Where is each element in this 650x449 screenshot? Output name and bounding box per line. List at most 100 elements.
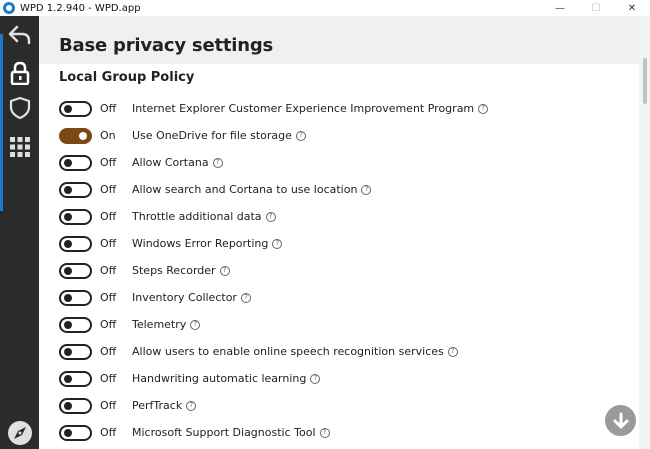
toggle-knob xyxy=(64,320,72,329)
window-title: WPD 1.2.940 - WPD.app xyxy=(20,2,141,14)
help-icon[interactable]: ? xyxy=(212,157,223,168)
setting-state: Off xyxy=(100,399,117,412)
setting-toggle[interactable] xyxy=(59,154,92,171)
toggle-knob xyxy=(64,158,72,167)
setting-label: Throttle additional data xyxy=(132,210,262,223)
setting-state: Off xyxy=(100,156,117,169)
app-logo-icon xyxy=(3,2,15,14)
setting-label: Allow users to enable online speech reco… xyxy=(132,345,444,358)
sidebar-item-about[interactable] xyxy=(0,416,39,449)
section-title: Local Group Policy xyxy=(59,70,195,85)
page-header: Base privacy settings xyxy=(39,16,639,64)
scroll-down-button[interactable] xyxy=(605,405,636,436)
setting-label: Allow Cortana xyxy=(132,156,209,169)
setting-state: Off xyxy=(100,291,117,304)
help-icon[interactable]: ? xyxy=(272,238,283,249)
setting-state: Off xyxy=(100,345,117,358)
setting-row: Off Handwriting automatic learning? xyxy=(59,365,619,392)
help-icon[interactable]: ? xyxy=(447,346,458,357)
setting-toggle[interactable] xyxy=(59,316,92,333)
help-icon[interactable]: ? xyxy=(295,130,306,141)
toggle-knob xyxy=(64,347,72,356)
setting-row: Off Allow Cortana? xyxy=(59,149,619,176)
setting-state: Off xyxy=(100,264,117,277)
setting-row: Off Windows Error Reporting? xyxy=(59,230,619,257)
settings-list: Off Internet Explorer Customer Experience… xyxy=(59,95,619,446)
help-icon[interactable]: ? xyxy=(310,373,321,384)
setting-toggle[interactable] xyxy=(59,424,92,441)
setting-label: Handwriting automatic learning xyxy=(132,372,307,385)
setting-state: On xyxy=(100,129,116,142)
toggle-knob xyxy=(64,239,72,248)
window-controls: — ☐ ✕ xyxy=(542,0,650,16)
setting-toggle[interactable] xyxy=(59,127,92,144)
setting-label: Use OneDrive for file storage xyxy=(132,129,292,142)
grid-icon xyxy=(9,137,30,157)
sidebar-item-back[interactable] xyxy=(0,18,39,52)
setting-toggle[interactable] xyxy=(59,370,92,387)
scrollbar-thumb[interactable] xyxy=(643,58,647,104)
setting-row: Off Allow search and Cortana to use locat… xyxy=(59,176,619,203)
help-icon[interactable]: ? xyxy=(190,319,201,330)
setting-state: Off xyxy=(100,372,117,385)
help-icon[interactable]: ? xyxy=(240,292,251,303)
setting-state: Off xyxy=(100,210,117,223)
setting-row: On Use OneDrive for file storage? xyxy=(59,122,619,149)
setting-toggle[interactable] xyxy=(59,262,92,279)
minimize-button[interactable]: — xyxy=(542,0,578,16)
toggle-knob xyxy=(64,293,72,302)
toggle-knob xyxy=(64,185,72,194)
setting-state: Off xyxy=(100,237,117,250)
maximize-button[interactable]: ☐ xyxy=(578,0,614,16)
setting-state: Off xyxy=(100,318,117,331)
main-content: Base privacy settings Local Group Policy… xyxy=(39,16,650,449)
toggle-knob xyxy=(64,212,72,221)
setting-toggle[interactable] xyxy=(59,289,92,306)
close-button[interactable]: ✕ xyxy=(614,0,650,16)
setting-toggle[interactable] xyxy=(59,397,92,414)
setting-toggle[interactable] xyxy=(59,100,92,117)
setting-label: Steps Recorder xyxy=(132,264,216,277)
lock-icon xyxy=(10,61,29,85)
setting-toggle[interactable] xyxy=(59,181,92,198)
setting-toggle[interactable] xyxy=(59,343,92,360)
setting-row: Off PerfTrack? xyxy=(59,392,619,419)
setting-row: Off Inventory Collector? xyxy=(59,284,619,311)
toggle-knob xyxy=(64,428,72,437)
toggle-knob xyxy=(79,131,87,140)
help-icon[interactable]: ? xyxy=(219,265,230,276)
setting-row: Off Allow users to enable online speech r… xyxy=(59,338,619,365)
setting-label: Windows Error Reporting xyxy=(132,237,269,250)
toggle-knob xyxy=(64,266,72,275)
setting-row: Off Internet Explorer Customer Experience… xyxy=(59,95,619,122)
page-title: Base privacy settings xyxy=(59,35,274,56)
sidebar xyxy=(0,16,39,449)
help-icon[interactable]: ? xyxy=(478,103,489,114)
toggle-knob xyxy=(64,104,72,113)
compass-icon xyxy=(7,421,32,445)
toggle-knob xyxy=(64,401,72,410)
back-arrow-icon xyxy=(8,25,30,45)
setting-label: PerfTrack xyxy=(132,399,183,412)
setting-state: Off xyxy=(100,183,117,196)
arrow-down-icon xyxy=(613,412,628,428)
setting-label: Telemetry xyxy=(132,318,187,331)
setting-state: Off xyxy=(100,102,117,115)
help-icon[interactable]: ? xyxy=(265,211,276,222)
scrollbar[interactable] xyxy=(639,16,650,449)
shield-icon xyxy=(9,96,30,120)
setting-label: Microsoft Support Diagnostic Tool xyxy=(132,426,316,439)
help-icon[interactable]: ? xyxy=(319,427,330,438)
sidebar-item-apps[interactable] xyxy=(0,130,39,164)
title-bar: WPD 1.2.940 - WPD.app — ☐ ✕ xyxy=(0,0,650,16)
help-icon[interactable]: ? xyxy=(186,400,197,411)
setting-row: Off Steps Recorder? xyxy=(59,257,619,284)
setting-toggle[interactable] xyxy=(59,208,92,225)
setting-label: Internet Explorer Customer Experience Im… xyxy=(132,102,475,115)
setting-row: Off Throttle additional data? xyxy=(59,203,619,230)
help-icon[interactable]: ? xyxy=(361,184,372,195)
sidebar-item-shield[interactable] xyxy=(0,91,39,125)
setting-toggle[interactable] xyxy=(59,235,92,252)
setting-row: Off Telemetry? xyxy=(59,311,619,338)
sidebar-item-privacy[interactable] xyxy=(0,56,39,90)
